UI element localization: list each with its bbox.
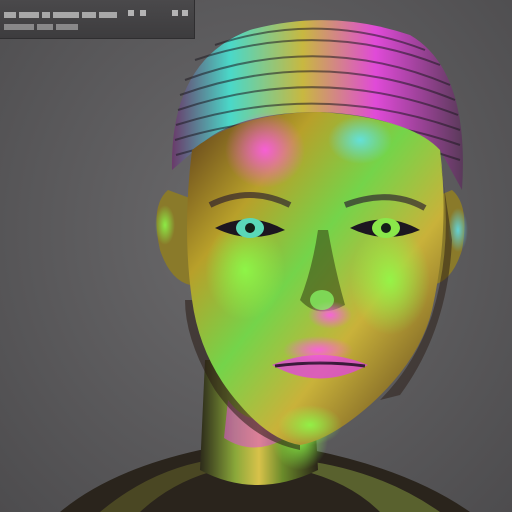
mouth-magenta (283, 336, 353, 364)
nose-tip-green (310, 290, 334, 310)
cheek-green-right (350, 225, 430, 335)
chin-green (278, 405, 342, 445)
render-viewport (0, 0, 512, 512)
forehead-magenta (225, 112, 305, 188)
left-ear-green (155, 205, 175, 245)
head-render (60, 20, 470, 512)
forehead-cyan (328, 116, 392, 164)
